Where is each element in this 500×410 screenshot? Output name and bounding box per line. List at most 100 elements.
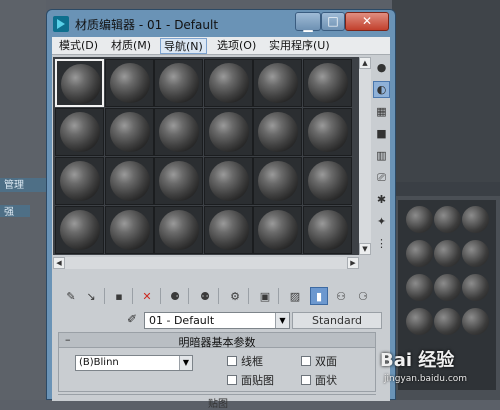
show-end-result-icon[interactable]: ▮	[310, 287, 328, 305]
backlight-icon[interactable]: ◐	[373, 81, 390, 98]
sample-slot[interactable]	[55, 59, 104, 107]
3dsmax-icon[interactable]	[53, 16, 69, 32]
title-bar[interactable]: 材质编辑器 - 01 - Default ▁ □ ✕	[47, 10, 395, 37]
sample-slot[interactable]	[104, 157, 154, 205]
minimize-button[interactable]: ▁	[295, 12, 321, 32]
sample-sphere	[307, 63, 348, 103]
put-to-scene-icon[interactable]: ↘	[82, 287, 100, 305]
toolbar-separator	[218, 288, 219, 304]
maximize-button[interactable]: □	[321, 12, 345, 31]
material-id-channel-icon[interactable]: ▣	[256, 287, 274, 305]
make-unique-icon[interactable]: ⚉	[196, 287, 214, 305]
material-editor-window: 材质编辑器 - 01 - Default ▁ □ ✕ 模式(D) 材质(M) 导…	[46, 9, 396, 410]
toolbar-separator	[248, 288, 249, 304]
reset-map-icon[interactable]: ✕	[138, 287, 156, 305]
checkbox-label: 面状	[315, 374, 337, 387]
background-panel-title	[396, 182, 500, 196]
material-type-button[interactable]: Standard	[292, 312, 382, 329]
baidu-watermark: Bai 经验	[380, 350, 455, 371]
eyedropper-icon[interactable]: ✐	[124, 312, 140, 328]
sample-slot[interactable]	[104, 59, 154, 107]
shader-type-dropdown[interactable]: (B)Blinn ▼	[75, 355, 193, 371]
video-color-check-icon[interactable]: ▥	[373, 147, 390, 164]
face-map-checkbox[interactable]: 面贴图	[227, 372, 274, 388]
sample-slot[interactable]	[203, 206, 253, 254]
maximize-icon: □	[327, 14, 339, 28]
sample-horizontal-scrollbar[interactable]: ◀ ▶	[53, 257, 359, 269]
minimize-icon: ▁	[303, 18, 313, 32]
scroll-up-arrow-icon[interactable]: ▲	[359, 57, 371, 69]
sample-sphere	[208, 63, 249, 103]
sample-slot[interactable]	[154, 108, 203, 156]
show-map-in-viewport-icon[interactable]: ▨	[286, 287, 304, 305]
material-map-navigator-icon[interactable]: ⋮	[373, 235, 390, 252]
menu-options[interactable]: 选项(O)	[214, 38, 259, 54]
sample-sphere	[109, 63, 150, 103]
material-name-field[interactable]: 01 - Default ▼	[144, 312, 290, 329]
sample-slot[interactable]	[154, 157, 203, 205]
chevron-down-icon[interactable]: ▼	[179, 356, 192, 370]
background-sample-ball	[434, 308, 461, 335]
go-forward-to-sibling-icon[interactable]: ⚆	[354, 287, 372, 305]
scroll-left-arrow-icon[interactable]: ◀	[53, 257, 65, 269]
sample-sphere	[258, 210, 298, 250]
sample-slot[interactable]	[154, 59, 203, 107]
background-sample-ball	[434, 206, 461, 233]
background-sample-ball	[434, 274, 461, 301]
background-sample-ball	[406, 308, 433, 335]
assign-to-selection-icon[interactable]: ▪	[110, 287, 128, 305]
sample-slot[interactable]	[302, 157, 352, 205]
options-icon[interactable]: ✱	[373, 191, 390, 208]
sample-type-icon[interactable]: ●	[373, 59, 390, 76]
material-name-row: ✐ 01 - Default ▼ Standard	[52, 309, 390, 331]
close-button[interactable]: ✕	[345, 12, 389, 31]
checkbox-box[interactable]	[227, 356, 237, 366]
sample-slot[interactable]	[203, 59, 253, 107]
put-to-library-icon[interactable]: ⚙	[226, 287, 244, 305]
checkbox-box[interactable]	[301, 356, 311, 366]
menu-utilities[interactable]: 实用程序(U)	[266, 38, 333, 54]
background-sample-ball	[462, 274, 489, 301]
sample-slot[interactable]	[253, 206, 302, 254]
background-checker-icon[interactable]: ▦	[373, 103, 390, 120]
select-by-material-icon[interactable]: ✦	[373, 213, 390, 230]
sample-vertical-scrollbar[interactable]: ▲ ▼	[359, 57, 371, 255]
sample-slot[interactable]	[55, 157, 104, 205]
wire-checkbox[interactable]: 线框	[227, 353, 263, 369]
sample-slot[interactable]	[253, 59, 302, 107]
make-preview-icon[interactable]: ⎚	[373, 169, 390, 186]
faceted-checkbox[interactable]: 面状	[301, 372, 337, 388]
sample-sphere	[208, 161, 249, 201]
rollout-header[interactable]: – 明暗器基本参数	[59, 333, 375, 349]
sample-slot[interactable]	[104, 108, 154, 156]
checkbox-box[interactable]	[227, 375, 237, 385]
sample-slot[interactable]	[302, 206, 352, 254]
sample-sphere	[307, 112, 348, 152]
go-to-parent-icon[interactable]: ⚇	[332, 287, 350, 305]
sample-slot[interactable]	[253, 157, 302, 205]
make-material-copy-icon[interactable]: ⚈	[166, 287, 184, 305]
get-material-icon[interactable]: ✎	[62, 287, 80, 305]
sample-slot[interactable]	[302, 59, 352, 107]
side-toolbar: ● ◐ ▦ ■ ▥ ⎚ ✱ ✦ ⋮	[372, 59, 390, 269]
material-toolbar: ✎ ↘ ▪ ✕ ⚈ ⚉ ⚙ ▣ ▨ ▮ ⚇ ⚆	[52, 285, 390, 307]
sample-slot[interactable]	[302, 108, 352, 156]
scroll-right-arrow-icon[interactable]: ▶	[347, 257, 359, 269]
sample-slot[interactable]	[55, 206, 104, 254]
checkbox-box[interactable]	[301, 375, 311, 385]
sample-sphere	[307, 210, 348, 250]
sample-uv-tiling-icon[interactable]: ■	[373, 125, 390, 142]
sample-sphere	[208, 112, 249, 152]
menu-material[interactable]: 材质(M)	[108, 38, 154, 54]
menu-mode[interactable]: 模式(D)	[56, 38, 101, 54]
sample-slot[interactable]	[154, 206, 203, 254]
sample-slot[interactable]	[104, 206, 154, 254]
sample-slot[interactable]	[55, 108, 104, 156]
two-sided-checkbox[interactable]: 双面	[301, 353, 337, 369]
chevron-down-icon[interactable]: ▼	[275, 313, 289, 328]
menu-navigation[interactable]: 导航(N)	[160, 38, 207, 54]
sample-slot[interactable]	[203, 108, 253, 156]
scroll-down-arrow-icon[interactable]: ▼	[359, 243, 371, 255]
sample-slot[interactable]	[253, 108, 302, 156]
sample-slot[interactable]	[203, 157, 253, 205]
